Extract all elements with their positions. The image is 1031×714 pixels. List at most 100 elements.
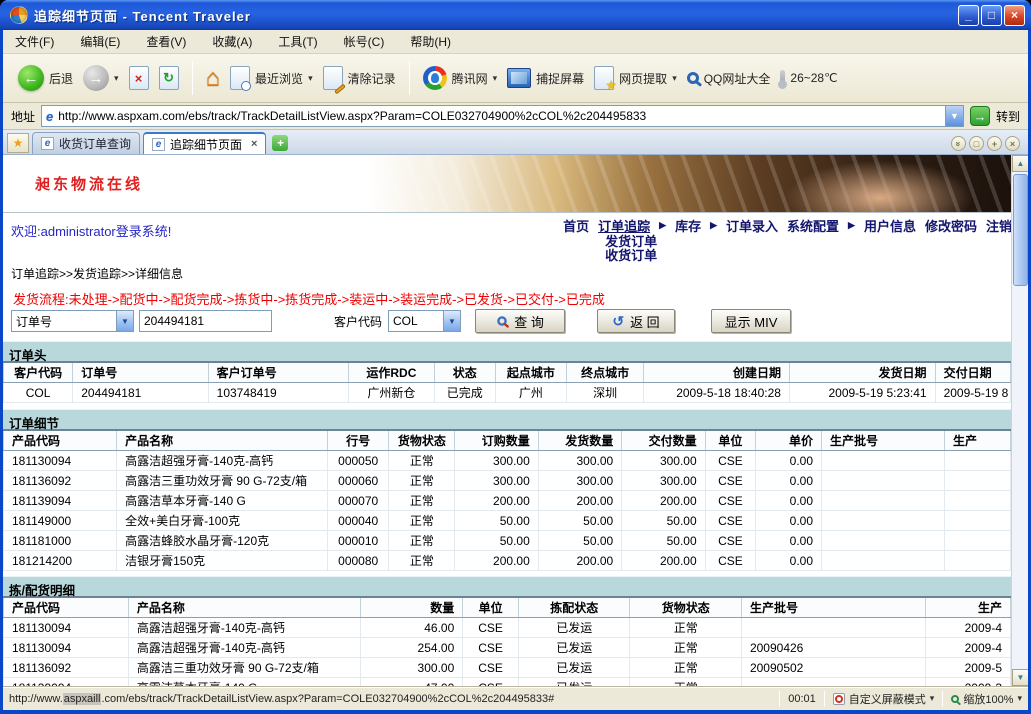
zoom-control[interactable]: 缩放100% ▾ (951, 691, 1022, 707)
tencent-dropdown-icon[interactable]: ▾ (493, 73, 498, 84)
zoom-dropdown-icon[interactable]: ▾ (1017, 693, 1022, 704)
menu-tools[interactable]: 工具(T) (278, 33, 317, 50)
column-header: 客户订单号 (208, 362, 349, 383)
table-row[interactable]: 181130094高露洁超强牙膏-140克-高钙46.00CSE已发运正常200… (4, 618, 1011, 638)
nav-sub-receiving-orders[interactable]: 收货订单 (605, 249, 1012, 263)
table-row[interactable]: 181149000全效+美白牙膏-100克000040正常50.0050.005… (4, 511, 1011, 531)
capture-screen-button[interactable]: 捕捉屏幕 (502, 65, 589, 91)
refresh-button[interactable]: ↻ (154, 63, 184, 93)
close-tabs-button[interactable]: × (1005, 136, 1020, 151)
menu-edit[interactable]: 编辑(E) (80, 33, 120, 50)
nav-order-tracking[interactable]: 订单追踪 (598, 216, 650, 235)
scroll-up-icon[interactable]: ▲ (1012, 155, 1028, 172)
nav-order-entry[interactable]: 订单录入 (726, 216, 778, 235)
pin-tab-button[interactable]: + (987, 136, 1002, 151)
cell (822, 471, 945, 491)
menu-favorites[interactable]: 收藏(A) (212, 33, 252, 50)
collapse-tabs-button[interactable]: » (951, 136, 966, 151)
close-button[interactable]: × (1004, 5, 1025, 26)
cell: 181130094 (4, 638, 129, 658)
extract-page-button[interactable]: ★ 网页提取 ▾ (589, 63, 682, 93)
menu-file[interactable]: 文件(F) (15, 33, 54, 50)
nav-logout[interactable]: 注销 (986, 216, 1012, 235)
table-row[interactable]: 181214200洁银牙膏150克000080正常200.00200.00200… (4, 551, 1011, 571)
cell: 20090502 (741, 658, 925, 678)
new-tab-button[interactable]: + (272, 135, 288, 151)
return-button[interactable]: ↺ 返 回 (597, 309, 675, 333)
table-row[interactable]: 181130094高露洁超强牙膏-140克-高钙254.00CSE已发运正常20… (4, 638, 1011, 658)
tab-receiving-orders[interactable]: e 收货订单查询 (32, 132, 140, 154)
table-row[interactable]: 181136092高露洁三重功效牙膏 90 G-72支/箱300.00CSE已发… (4, 658, 1011, 678)
status-separator (824, 691, 825, 707)
address-url[interactable]: http://www.aspxam.com/ebs/track/TrackDet… (58, 109, 945, 123)
cell: 高露洁三重功效牙膏 90 G-72支/箱 (128, 658, 361, 678)
block-mode-icon (833, 693, 845, 705)
menu-view[interactable]: 查看(V) (146, 33, 186, 50)
nav-change-password[interactable]: 修改密码 (925, 216, 977, 235)
home-button[interactable]: ⌂ (201, 61, 226, 95)
select-dropdown-icon[interactable]: ▼ (443, 311, 460, 331)
table-row[interactable]: 181181000高露洁蜂胶水晶牙膏-120克000010正常50.0050.0… (4, 531, 1011, 551)
tab-list-button[interactable]: □ (969, 136, 984, 151)
block-mode-dropdown-icon[interactable]: ▾ (930, 693, 935, 704)
recent-button[interactable]: 最近浏览 ▾ (225, 63, 318, 93)
weather-widget[interactable]: 26~28℃ (775, 67, 842, 89)
forward-dropdown-icon[interactable]: ▾ (114, 73, 119, 84)
scroll-down-icon[interactable]: ▼ (1012, 669, 1028, 686)
nav-sub-shipping-orders[interactable]: 发货订单 (605, 235, 1012, 249)
vertical-scrollbar[interactable]: ▲ ▼ (1011, 155, 1028, 686)
tab-close-icon[interactable]: × (247, 138, 257, 150)
query-button[interactable]: 查 询 (475, 309, 565, 333)
tab-track-detail[interactable]: e 追踪细节页面 × (143, 132, 266, 154)
column-header: 交付日期 (935, 362, 1010, 383)
cell: 正常 (389, 551, 455, 571)
page-content: 昶东物流在线 欢迎:administrator登录系统! 首页 订单追踪 ▶ 库… (3, 155, 1028, 686)
order-header-table: 客户代码订单号客户订单号运作RDC状态起点城市终点城市创建日期发货日期交付日期C… (3, 361, 1011, 403)
nav-inventory[interactable]: 库存 (675, 216, 701, 235)
show-miv-button[interactable]: 显示 MIV (711, 309, 791, 333)
scrollbar-thumb[interactable] (1013, 174, 1028, 286)
cell: 181136092 (4, 658, 129, 678)
block-mode-control[interactable]: 自定义屏蔽模式 ▾ (833, 691, 935, 707)
recent-dropdown-icon[interactable]: ▾ (308, 73, 313, 84)
minimize-button[interactable]: _ (958, 5, 979, 26)
go-button[interactable]: → (970, 106, 990, 126)
customer-code-select[interactable]: COL ▼ (388, 310, 461, 332)
table-row[interactable]: 181136092高露洁三重功效牙膏 90 G-72支/箱000060正常300… (4, 471, 1011, 491)
menu-account[interactable]: 帐号(C) (344, 33, 385, 50)
order-number-input[interactable] (139, 310, 272, 332)
page-icon: e (46, 109, 53, 124)
block-mode-label: 自定义屏蔽模式 (849, 691, 926, 707)
app-icon (10, 6, 28, 24)
extract-dropdown-icon[interactable]: ▾ (672, 73, 677, 84)
forward-button[interactable]: → ▾ (78, 62, 124, 94)
cell: 正常 (630, 638, 741, 658)
maximize-button[interactable]: □ (981, 5, 1002, 26)
column-header: 产品代码 (4, 430, 117, 451)
cell: 000040 (327, 511, 388, 531)
back-button[interactable]: ← 后退 (13, 62, 78, 94)
capture-icon (507, 68, 531, 88)
column-header: 单位 (705, 430, 756, 451)
table-row[interactable]: COL204494181103748419广州新仓已完成广州深圳2009-5-1… (4, 383, 1011, 403)
qq-sites-button[interactable]: QQ网址大全 (682, 67, 776, 90)
favorites-star-icon[interactable]: ★ (7, 133, 29, 153)
table-row[interactable]: 181139094高露洁草本牙膏-140 G000070正常200.00200.… (4, 491, 1011, 511)
nav-home[interactable]: 首页 (563, 216, 589, 235)
select-dropdown-icon[interactable]: ▼ (116, 311, 133, 331)
nav-system-config[interactable]: 系统配置 (787, 216, 839, 235)
stop-button[interactable]: × (124, 63, 154, 93)
clear-history-button[interactable]: 清除记录 (318, 63, 401, 93)
address-field[interactable]: e http://www.aspxam.com/ebs/track/TrackD… (41, 105, 964, 127)
order-field-select[interactable]: 订单号 ▼ (11, 310, 134, 332)
address-dropdown-icon[interactable]: ▼ (945, 106, 963, 126)
cell: 103748419 (208, 383, 349, 403)
table-row[interactable]: 181139094高露洁草本牙膏-140 G47.00CSE已发运正常2009-… (4, 678, 1011, 687)
nav-user-info[interactable]: 用户信息 (864, 216, 916, 235)
weather-label: 26~28℃ (790, 71, 837, 85)
cell: 高露洁超强牙膏-140克-高钙 (128, 618, 361, 638)
menu-help[interactable]: 帮助(H) (410, 33, 451, 50)
go-label[interactable]: 转到 (996, 108, 1020, 125)
table-row[interactable]: 181130094高露洁超强牙膏-140克-高钙000050正常300.0030… (4, 451, 1011, 471)
tencent-site-button[interactable]: 腾讯网 ▾ (418, 63, 503, 93)
